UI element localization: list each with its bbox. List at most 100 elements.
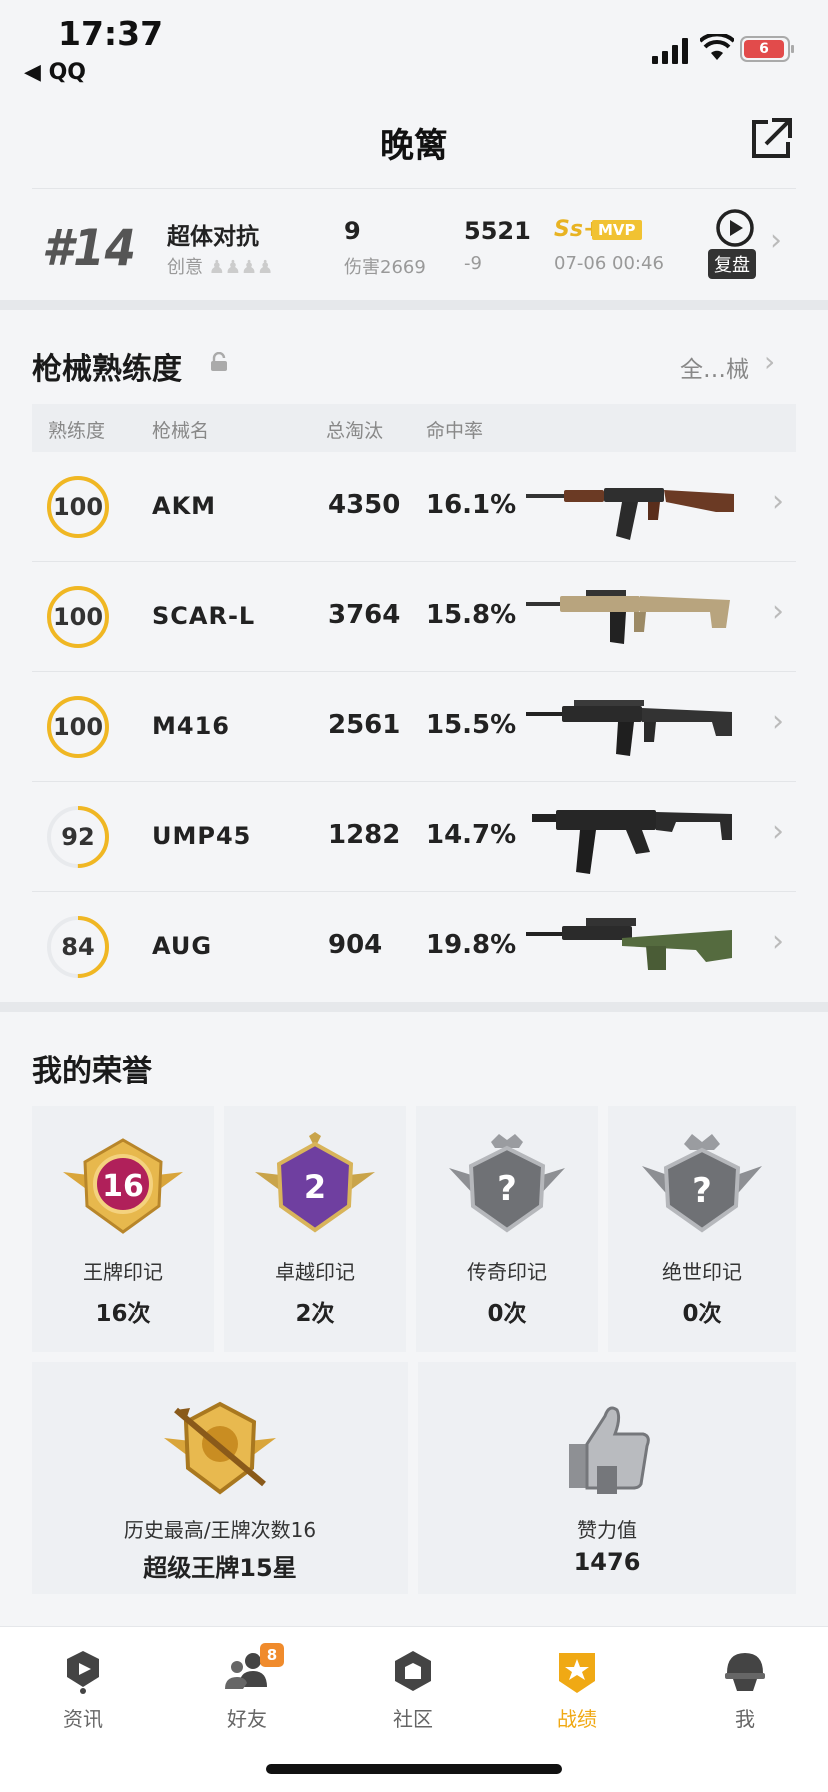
honor-count: 0次: [487, 1301, 527, 1327]
status-bar: 17:37 ◀ QQ 6: [0, 0, 828, 100]
header-weapon-name: 枪械名: [152, 420, 210, 442]
battery-icon: 6: [740, 36, 794, 62]
ump45-smg-icon: [532, 810, 732, 874]
best-tier-value: 超级王牌15星: [143, 1554, 297, 1582]
lock-icon[interactable]: [210, 352, 228, 372]
chevron-right-icon: ›: [772, 814, 784, 849]
news-icon: [67, 1651, 99, 1694]
tab-label: 资讯: [63, 1707, 103, 1731]
proficiency-value: 84: [61, 933, 95, 961]
likes-label: 赞力值: [577, 1518, 637, 1542]
chevron-right-icon: ›: [764, 345, 776, 378]
honors-section-title: 我的荣誉: [32, 1054, 152, 1089]
honor-card-excellent[interactable]: 2 卓越印记 2次: [224, 1106, 406, 1352]
legend-mark-badge-icon: ?: [449, 1134, 565, 1233]
weapon-name: AKM: [152, 492, 217, 520]
best-tier-label: 历史最高/王牌次数16: [123, 1518, 317, 1542]
weapon-kills: 2561: [328, 710, 401, 740]
weapon-kills: 904: [328, 930, 383, 960]
tab-news[interactable]: 资讯: [28, 1647, 138, 1747]
honor-count: 0次: [682, 1301, 722, 1327]
weapon-table-header: 熟练度 枪械名 总淘汰 命中率: [32, 404, 796, 452]
honor-count: 2次: [295, 1301, 335, 1327]
badge-number: ?: [692, 1171, 712, 1211]
weapon-row-ump45[interactable]: 92 UMP45 1282 14.7% ›: [32, 782, 796, 892]
weapon-kills: 4350: [328, 490, 401, 520]
chevron-right-icon: ›: [772, 484, 784, 519]
proficiency-value: 100: [52, 603, 104, 631]
akm-rifle-icon: [526, 488, 734, 540]
match-mode-sub: 创意 ♟♟♟♟: [167, 257, 274, 278]
replay-button[interactable]: 复盘: [708, 249, 756, 279]
aug-rifle-icon: [526, 918, 732, 970]
proficiency-value: 100: [52, 713, 104, 741]
back-to-app-link[interactable]: ◀ QQ: [24, 60, 86, 85]
tab-label: 好友: [227, 1707, 267, 1731]
wifi-icon: [700, 34, 734, 60]
honor-card-legend[interactable]: ? 传奇印记 0次: [416, 1106, 598, 1352]
excellent-mark-badge-icon: 2: [255, 1132, 375, 1233]
honor-card-ace[interactable]: 16 王牌印记 16次: [32, 1106, 214, 1352]
section-divider: [0, 300, 828, 310]
match-score: 5521: [464, 217, 531, 245]
chevron-right-icon: ›: [772, 704, 784, 739]
weapon-kills: 3764: [328, 600, 401, 630]
all-weapons-link[interactable]: 全…械: [680, 350, 749, 384]
community-icon: [395, 1651, 431, 1691]
match-kills: 9: [344, 217, 361, 245]
weapon-row-m416[interactable]: 100 M416 2561 15.5% ›: [32, 672, 796, 782]
match-time: 07-06 00:46: [554, 253, 664, 274]
ace-mark-badge-icon: 16: [63, 1138, 183, 1234]
tab-me[interactable]: 我: [690, 1647, 800, 1747]
page-title: 晚篱: [380, 126, 448, 166]
weapon-name: UMP45: [152, 822, 252, 850]
header-kills: 总淘汰: [326, 420, 384, 442]
weapon-row-scar-l[interactable]: 100 SCAR-L 3764 15.8% ›: [32, 562, 796, 672]
likes-card[interactable]: 赞力值 1476: [418, 1362, 796, 1594]
weapon-row-akm[interactable]: 100 AKM 4350 16.1% ›: [32, 452, 796, 562]
friends-badge: 8: [260, 1643, 284, 1667]
status-time: 17:37: [58, 14, 164, 53]
honor-count: 16次: [95, 1301, 151, 1327]
weapon-accuracy: 19.8%: [426, 930, 517, 960]
recent-match-row[interactable]: #14 超体对抗 创意 ♟♟♟♟ 9 伤害2669 5521 -9 Ss+ MV…: [32, 188, 796, 300]
profile-icon: [725, 1653, 765, 1691]
tab-friends[interactable]: 8 好友: [192, 1643, 302, 1747]
honor-name: 王牌印记: [83, 1260, 163, 1284]
badge-number: 16: [102, 1169, 144, 1204]
match-damage: 伤害2669: [344, 257, 426, 278]
home-indicator[interactable]: [266, 1764, 562, 1774]
weapon-name: SCAR-L: [152, 602, 256, 630]
tab-label: 我: [735, 1707, 755, 1731]
back-app-label: QQ: [48, 60, 86, 85]
record-icon: [559, 1653, 595, 1693]
chevron-right-icon: ›: [772, 594, 784, 629]
weapon-row-aug[interactable]: 84 AUG 904 19.8% ›: [32, 892, 796, 1002]
replay-icon[interactable]: [712, 207, 758, 249]
weapon-kills: 1282: [328, 820, 401, 850]
battery-level: 6: [744, 40, 784, 58]
weapon-section-title: 枪械熟练度: [32, 352, 182, 387]
likes-value: 1476: [573, 1548, 641, 1576]
share-icon[interactable]: [748, 116, 794, 162]
thumbs-up-trophy-icon: [569, 1406, 650, 1494]
honor-name: 卓越印记: [275, 1260, 355, 1284]
weapon-accuracy: 14.7%: [426, 820, 517, 850]
honor-name: 传奇印记: [467, 1260, 547, 1284]
match-rank: #14: [42, 219, 136, 277]
mvp-badge: MVP: [592, 220, 642, 240]
match-mode: 超体对抗: [167, 224, 259, 250]
tab-community[interactable]: 社区: [358, 1647, 468, 1747]
super-ace-crest-icon: [164, 1401, 276, 1495]
tab-records[interactable]: 战绩: [522, 1647, 632, 1747]
match-score-change: -9: [464, 253, 482, 274]
team-members-icon: ♟♟♟♟: [208, 257, 274, 278]
honor-card-peerless[interactable]: ? 绝世印记 0次: [608, 1106, 796, 1352]
header-proficiency: 熟练度: [48, 420, 106, 442]
peerless-mark-badge-icon: ?: [642, 1134, 762, 1233]
tab-label: 战绩: [557, 1707, 597, 1731]
signal-icon: [652, 38, 688, 64]
weapon-name: AUG: [152, 932, 213, 960]
best-tier-card[interactable]: 历史最高/王牌次数16 超级王牌15星: [32, 1362, 408, 1594]
header-accuracy: 命中率: [426, 420, 484, 442]
